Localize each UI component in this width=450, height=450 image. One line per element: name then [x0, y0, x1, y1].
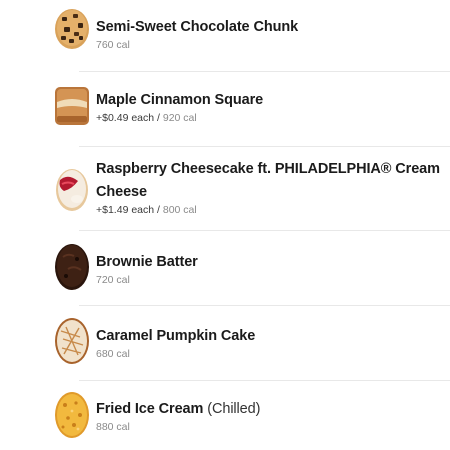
- flavor-note: (Chilled): [207, 401, 261, 417]
- flavor-calories: 800 cal: [162, 204, 197, 216]
- pumpkin-cake-cookie-icon: [54, 317, 90, 365]
- flavor-name: Caramel Pumpkin Cake: [96, 328, 256, 344]
- maple-square-icon: [54, 84, 90, 126]
- flavor-name-text: Fried Ice Cream: [96, 401, 204, 417]
- flavor-name: Fried Ice Cream (Chilled): [96, 398, 442, 421]
- flavor-name: Semi-Sweet Chocolate Chunk: [96, 19, 299, 35]
- flavor-item-fried-ice-cream[interactable]: Fried Ice Cream (Chilled) 880 cal: [0, 381, 450, 450]
- fried-ice-cream-cookie-icon: [54, 391, 90, 439]
- flavor-list: Semi-Sweet Chocolate Chunk 760 cal Maple…: [0, 0, 450, 450]
- flavor-meta: 680 cal: [96, 348, 442, 361]
- flavor-calories: 920 cal: [162, 112, 197, 124]
- flavor-calories: 680 cal: [96, 348, 130, 360]
- flavor-name: Brownie Batter: [96, 254, 198, 270]
- flavor-meta: 720 cal: [96, 274, 442, 287]
- flavor-meta: 880 cal: [96, 421, 442, 434]
- flavor-price: +$1.49 each /: [96, 204, 163, 216]
- cheesecake-cookie-icon: [54, 167, 90, 211]
- flavor-item-raspberry-cheesecake[interactable]: Raspberry Cheesecake ft. PHILADELPHIA® C…: [0, 147, 450, 229]
- flavor-meta: +$1.49 each / 800 cal: [96, 204, 442, 217]
- flavor-item-caramel-pumpkin-cake[interactable]: Caramel Pumpkin Cake 680 cal: [0, 306, 450, 379]
- flavor-price: +$0.49 each /: [96, 112, 163, 124]
- flavor-calories: 720 cal: [96, 274, 130, 286]
- brownie-cookie-icon: [54, 243, 90, 291]
- flavor-calories: 880 cal: [96, 421, 130, 433]
- flavor-item-maple-cinnamon-square[interactable]: Maple Cinnamon Square +$0.49 each / 920 …: [0, 72, 450, 145]
- flavor-meta: 760 cal: [96, 39, 442, 52]
- flavor-name: Maple Cinnamon Square: [96, 92, 264, 108]
- flavor-calories: 760 cal: [96, 39, 130, 51]
- flavor-item-brownie-batter[interactable]: Brownie Batter 720 cal: [0, 231, 450, 304]
- flavor-item-semi-sweet-chocolate-chunk[interactable]: Semi-Sweet Chocolate Chunk 760 cal: [0, 0, 450, 70]
- flavor-meta: +$0.49 each / 920 cal: [96, 112, 442, 125]
- flavor-name: Raspberry Cheesecake ft. PHILADELPHIA® C…: [96, 161, 440, 200]
- chocolate-chunk-cookie-icon: [54, 8, 90, 50]
